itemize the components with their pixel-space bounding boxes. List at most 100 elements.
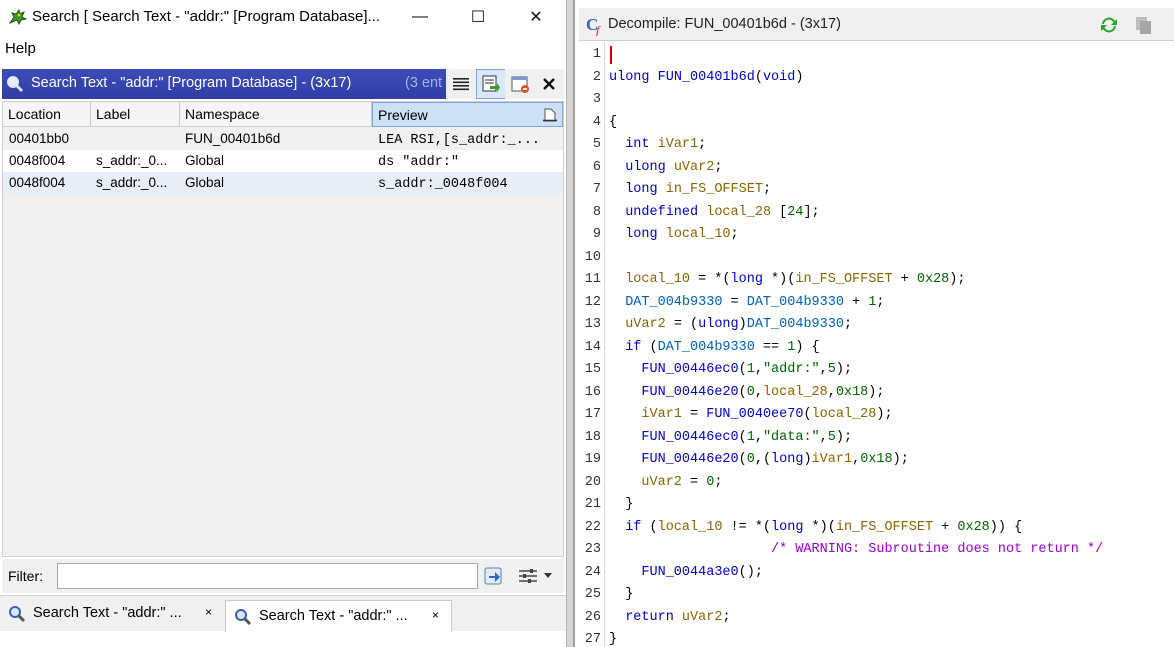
code-line[interactable]: int iVar1; (609, 137, 706, 152)
cell-preview: LEA RSI,[s_addr:_... (378, 133, 541, 148)
code-line[interactable]: uVar2 = (ulong)DAT_004b9330; (609, 317, 852, 332)
line-number: 13 (584, 317, 601, 332)
column-location[interactable]: Location (3, 102, 91, 127)
line-number: 5 (592, 137, 601, 152)
code-line[interactable]: } (609, 587, 633, 602)
table-row[interactable]: 0048f004 s_addr:_0... Global ds "addr:" (3, 150, 563, 172)
code-line[interactable]: } (609, 632, 617, 647)
filter-input[interactable] (57, 563, 478, 589)
line-number: 27 (584, 632, 601, 647)
tab-label: Search Text - "addr:" ... (33, 605, 182, 621)
line-number: 12 (584, 294, 601, 310)
cell-preview: s_addr:_0048f004 (378, 177, 508, 192)
cell-label: s_addr:_0... (96, 153, 168, 168)
filter-options-button[interactable] (482, 564, 506, 588)
sliders-icon (519, 569, 537, 583)
list-view-button[interactable] (446, 69, 476, 99)
search-icon (7, 76, 24, 93)
menu-help[interactable]: Help (5, 40, 36, 57)
results-table: Location Label Namespace Preview 00401bb… (2, 101, 564, 557)
search-icon (235, 609, 252, 626)
code-line[interactable]: if (local_10 != *(long *)(in_FS_OFFSET +… (609, 520, 1022, 535)
refresh-button[interactable] (1095, 11, 1123, 39)
table-row[interactable]: 0048f004 s_addr:_0... Global s_addr:_004… (3, 172, 563, 194)
cell-namespace: FUN_00401b6d (185, 131, 281, 146)
code-line[interactable]: if (DAT_004b9330 == 1) { (609, 340, 819, 355)
code-line[interactable]: undefined local_28 [24]; (609, 205, 819, 220)
svg-text:f: f (596, 23, 601, 36)
code-line[interactable]: local_10 = *(long *)(in_FS_OFFSET + 0x28… (609, 272, 965, 287)
line-number-gutter: 1 2 3 4 5 6 7 8 9 10 11 12 13 14 15 16 17 18 19 20 21 22 23 24 2… (579, 42, 605, 647)
tab-close-button[interactable]: × (205, 605, 212, 619)
code-line[interactable]: ulong uVar2; (609, 160, 722, 175)
code-viewer[interactable]: 1 2 3 4 5 6 7 8 9 10 11 12 13 14 15 16 17 18 19 20 21 22 23 24 2… (579, 42, 1174, 647)
selection-icon (482, 75, 500, 92)
make-selection-button[interactable] (476, 69, 506, 99)
line-number: 14 (584, 339, 601, 355)
code-line[interactable]: return uVar2; (609, 610, 730, 625)
code-line[interactable]: long local_10; (609, 227, 738, 242)
refresh-icon (1101, 17, 1117, 33)
code-line[interactable]: FUN_00446ec0(1,"data:",5); (609, 430, 852, 445)
line-number: 8 (592, 204, 601, 220)
minimize-button[interactable]: — (398, 4, 442, 30)
tab-label: Search Text - "addr:" ... (259, 608, 408, 624)
window-title: Search [ Search Text - "addr:" [Program … (32, 8, 381, 25)
code-line[interactable]: ulong FUN_00401b6d(void) (609, 70, 803, 85)
code-line[interactable]: FUN_00446e20(0,local_28,0x18); (609, 385, 884, 400)
filter-dropdown-button[interactable] (540, 564, 556, 588)
menu-bar: Help (0, 38, 566, 62)
column-preview-label: Preview (378, 107, 428, 123)
cell-location: 0048f004 (9, 153, 66, 168)
column-config-icon[interactable] (542, 107, 558, 122)
line-number: 25 (584, 587, 601, 602)
code-line[interactable]: { (609, 115, 617, 130)
cell-location: 0048f004 (9, 175, 66, 190)
snapshot-icon (511, 76, 529, 93)
decompile-window: C f Decompile: FUN_00401b6d - (3x17) 123… (573, 0, 1174, 647)
snapshot-button[interactable] (505, 69, 535, 99)
code-line[interactable]: FUN_00446ec0(1,"addr:",5); (609, 362, 852, 377)
line-number: 9 (592, 227, 601, 242)
close-window-button[interactable]: ✕ (514, 4, 558, 30)
code-line[interactable]: DAT_004b9330 = DAT_004b9330 + 1; (609, 295, 884, 310)
column-label[interactable]: Label (91, 102, 180, 127)
code-line[interactable]: uVar2 = 0; (609, 475, 722, 490)
copy-icon (1136, 17, 1151, 34)
close-icon (543, 78, 555, 90)
table-row[interactable]: 00401bb0 FUN_00401b6d LEA RSI,[s_addr:_.… (3, 128, 563, 150)
cell-preview: ds "addr:" (378, 155, 460, 170)
code-line[interactable]: FUN_00446e20(0,(long)iVar1,0x18); (609, 452, 908, 467)
code-line[interactable]: iVar1 = FUN_0040ee70(local_28); (609, 407, 892, 422)
search-window: Search [ Search Text - "addr:" [Program … (0, 0, 567, 647)
line-number: 10 (584, 249, 601, 265)
column-preview[interactable]: Preview (372, 102, 563, 127)
line-number: 18 (584, 429, 601, 445)
tab-search-text-1[interactable]: Search Text - "addr:" ... × (0, 598, 223, 628)
copy-button[interactable] (1130, 11, 1158, 39)
line-number: 21 (584, 497, 601, 512)
line-number: 19 (584, 452, 601, 467)
code-line[interactable]: FUN_0044a3e0(); (609, 565, 763, 580)
line-number: 15 (584, 362, 601, 377)
line-number: 3 (592, 92, 601, 107)
tab-search-text-2[interactable]: Search Text - "addr:" ... × (225, 600, 452, 632)
filter-settings-button[interactable] (516, 564, 540, 588)
line-number: 17 (584, 407, 601, 422)
title-bar: Search [ Search Text - "addr:" [Program … (0, 0, 566, 34)
text-cursor (610, 46, 612, 64)
code-line[interactable]: /* WARNING: Subroutine does not return *… (609, 542, 1103, 557)
line-number: 2 (592, 69, 601, 85)
code-line[interactable]: } (609, 497, 633, 512)
line-number: 6 (592, 159, 601, 175)
code-line[interactable]: long in_FS_OFFSET; (609, 182, 771, 197)
maximize-button[interactable]: ☐ (456, 4, 500, 30)
line-number: 23 (584, 542, 601, 557)
cell-location: 00401bb0 (9, 131, 70, 146)
column-namespace[interactable]: Namespace (180, 102, 372, 127)
window-tab-bar: Search Text - "addr:" ... × Search Text … (0, 595, 566, 632)
tab-close-button[interactable]: × (432, 608, 439, 622)
decompile-title: Decompile: FUN_00401b6d - (3x17) (608, 16, 841, 32)
close-component-button[interactable] (534, 69, 564, 99)
component-title: Search Text - "addr:" [Program Database]… (31, 75, 352, 91)
